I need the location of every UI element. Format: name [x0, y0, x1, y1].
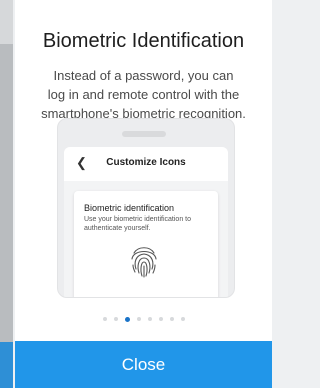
- preview-illustration: ❮ Customize Icons Biometric identificati…: [57, 118, 235, 298]
- background-button-edge: [0, 342, 13, 388]
- phone-screen: ❮ Customize Icons Biometric identificati…: [64, 147, 228, 297]
- page-dot-active[interactable]: [124, 316, 130, 322]
- preview-biometric-card: Biometric identification Use your biomet…: [74, 191, 218, 297]
- page-dot[interactable]: [180, 317, 185, 321]
- fingerprint-icon: [131, 247, 157, 278]
- preview-card-description: Use your biometric identification to aut…: [84, 216, 191, 232]
- description-line: Instead of a password, you can: [53, 68, 234, 83]
- page-dot[interactable]: [147, 317, 152, 321]
- close-button[interactable]: Close: [15, 341, 272, 388]
- page-dot[interactable]: [169, 317, 174, 321]
- page-dot[interactable]: [136, 317, 141, 321]
- dialog-description: Instead of a password, you can log in an…: [19, 66, 268, 123]
- dialog-title: Biometric Identification: [42, 30, 245, 52]
- page-dot[interactable]: [113, 317, 118, 321]
- page-indicator: [15, 315, 272, 323]
- phone-speaker: [122, 131, 166, 137]
- preview-header-title: Customize Icons: [106, 157, 186, 168]
- description-line: log in and remote control with the: [47, 87, 240, 102]
- page-dot[interactable]: [158, 317, 163, 321]
- feature-intro-dialog: Biometric Identification Instead of a pa…: [15, 0, 272, 388]
- page-dot[interactable]: [102, 317, 107, 321]
- background-app-edge: [0, 0, 13, 388]
- preview-card-title: Biometric identification: [84, 203, 175, 213]
- preview-header: ❮ Customize Icons: [64, 147, 228, 181]
- background-header-edge: [0, 0, 13, 44]
